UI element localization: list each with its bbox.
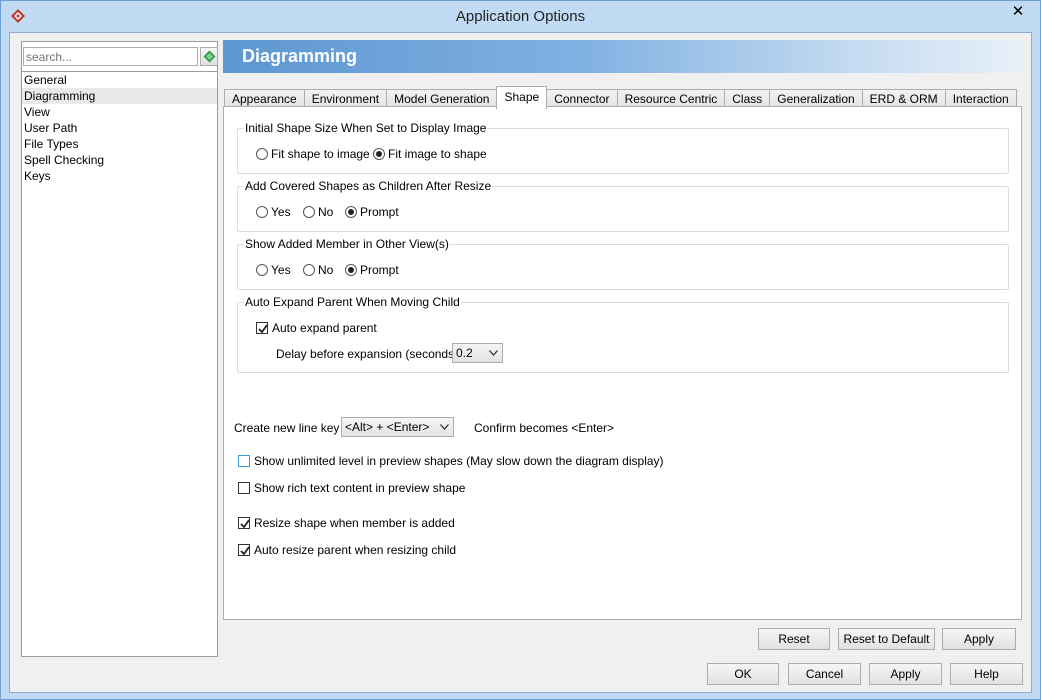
radio-icon [256,148,268,160]
checkbox-icon [238,482,250,494]
radio-checked-icon [373,148,385,160]
unlimited-preview-label: Show unlimited level in preview shapes (… [254,454,664,468]
covered-shapes-legend: Add Covered Shapes as Children After Res… [244,179,493,193]
title-bar: Application Options ✕ [1,1,1040,32]
delay-select[interactable]: 0.2 [452,343,503,363]
radio-icon [303,206,315,218]
rich-text-preview-label: Show rich text content in preview shape [254,481,466,495]
help-button[interactable]: Help [950,663,1023,685]
category-item[interactable]: Diagramming [22,88,217,104]
search-row [23,47,218,69]
member-prompt-label: Prompt [360,263,399,277]
covered-prompt-radio[interactable]: Prompt [345,204,399,220]
covered-shapes-group: Add Covered Shapes as Children After Res… [237,179,1009,232]
resize-shape-label: Resize shape when member is added [254,516,455,530]
radio-checked-icon [345,264,357,276]
radio-icon [256,264,268,276]
chevron-down-icon [489,350,498,356]
checkbox-checked-icon [238,544,250,556]
cancel-button[interactable]: Cancel [788,663,861,685]
tab-strip: Appearance Environment Model Generation Sha… [224,85,1017,109]
shape-settings-panel: Initial Shape Size When Set to Display I… [223,106,1022,620]
auto-expand-parent-label: Auto expand parent [272,321,377,335]
section-header: Diagramming [223,40,1022,73]
search-filter-button[interactable] [200,47,218,66]
auto-expand-group: Auto Expand Parent When Moving Child Aut… [237,295,1009,373]
auto-expand-parent-checkbox[interactable]: Auto expand parent [256,320,377,336]
category-item[interactable]: File Types [22,136,217,152]
member-no-radio[interactable]: No [303,262,333,278]
auto-resize-parent-label: Auto resize parent when resizing child [254,543,457,557]
radio-checked-icon [345,206,357,218]
category-item[interactable]: Spell Checking [22,152,217,168]
unlimited-preview-checkbox[interactable]: Show unlimited level in preview shapes (… [238,453,664,469]
window-title: Application Options [455,8,586,25]
panel-apply-button[interactable]: Apply [942,628,1016,650]
rich-text-preview-checkbox[interactable]: Show rich text content in preview shape [238,480,465,496]
category-item[interactable]: General [22,72,217,88]
application-options-window: Application Options ✕ GeneralDiagramming… [0,0,1041,700]
apply-button[interactable]: Apply [869,663,942,685]
covered-no-radio[interactable]: No [303,204,333,220]
covered-yes-label: Yes [271,205,291,219]
fit-shape-to-image-radio[interactable]: Fit shape to image [256,146,370,162]
line-key-value: <Alt> + <Enter> [345,420,430,434]
fit-image-to-shape-radio[interactable]: Fit image to shape [373,146,487,162]
member-yes-label: Yes [271,263,291,277]
covered-no-label: No [318,205,334,219]
member-prompt-radio[interactable]: Prompt [345,262,399,278]
diamond-icon [203,50,216,63]
category-list: General Diagramming View User Path File Type… [22,71,217,184]
category-item[interactable]: View [22,104,217,120]
category-item[interactable]: Keys [22,168,217,184]
fit-image-to-shape-label: Fit image to shape [388,147,487,161]
chevron-down-icon [440,424,449,430]
category-item[interactable]: User Path [22,120,217,136]
checkbox-icon [238,455,250,467]
category-panel: GeneralDiagrammingViewUser PathFile Type… [21,41,218,657]
close-icon[interactable]: ✕ [1001,1,1035,23]
auto-resize-parent-checkbox[interactable]: Auto resize parent when resizing child [238,542,456,558]
auto-expand-legend: Auto Expand Parent When Moving Child [244,295,461,309]
line-key-select[interactable]: <Alt> + <Enter> [341,417,454,437]
dialog-body: GeneralDiagrammingViewUser PathFile Type… [9,32,1032,693]
delay-value: 0.2 [456,346,473,360]
covered-prompt-label: Prompt [360,205,399,219]
added-member-group: Show Added Member in Other View(s) Yes N… [237,237,1009,290]
member-no-label: No [318,263,334,277]
added-member-legend: Show Added Member in Other View(s) [244,237,450,251]
resize-shape-checkbox[interactable]: Resize shape when member is added [238,515,455,531]
confirm-text: Confirm becomes <Enter> [474,421,615,435]
radio-icon [256,206,268,218]
checkbox-checked-icon [256,322,268,334]
delay-label: Delay before expansion (seconds) : [276,347,465,361]
member-yes-radio[interactable]: Yes [256,262,291,278]
ok-button[interactable]: OK [707,663,779,685]
reset-button[interactable]: Reset [758,628,830,650]
initial-size-group: Initial Shape Size When Set to Display I… [237,121,1009,174]
app-logo-icon [11,9,25,23]
radio-icon [303,264,315,276]
fit-shape-to-image-label: Fit shape to image [271,147,370,161]
initial-size-legend: Initial Shape Size When Set to Display I… [244,121,488,135]
tab-item[interactable]: Shape [496,86,548,109]
covered-yes-radio[interactable]: Yes [256,204,291,220]
line-key-label: Create new line key : [234,421,347,435]
checkbox-checked-icon [238,517,250,529]
search-input[interactable] [23,47,198,66]
section-title: Diagramming [242,46,358,66]
reset-to-default-button[interactable]: Reset to Default [838,628,935,650]
